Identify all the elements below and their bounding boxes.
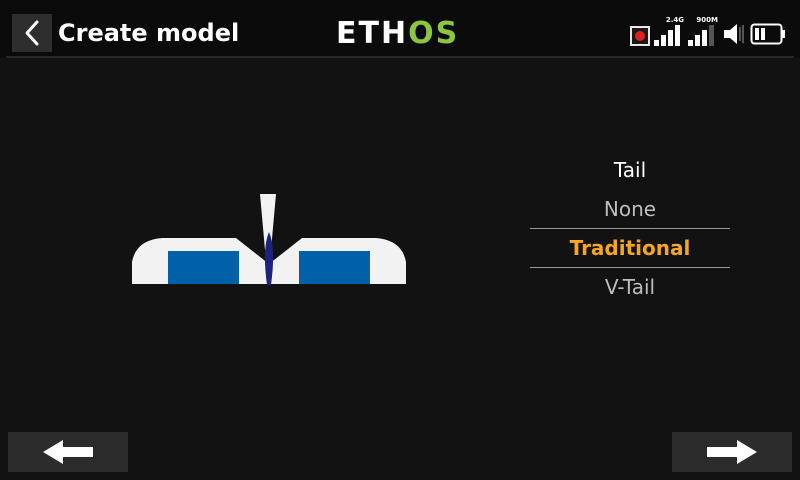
tail-selector: Tail None Traditional V-Tail [530, 150, 730, 306]
signal-2.4g-label: 2.4G [665, 16, 684, 24]
speaker-icon [724, 24, 744, 44]
header-divider [6, 56, 794, 58]
tail-option-v-tail[interactable]: V-Tail [530, 268, 730, 306]
signal-900m-label: 900M [696, 16, 718, 24]
status-bar: 2.4G 900M [630, 16, 786, 48]
arrow-left-icon [43, 440, 93, 464]
logo-os: OS [408, 16, 460, 51]
tail-label: Tail [613, 158, 647, 182]
tail-option-traditional[interactable]: Traditional [530, 228, 730, 268]
ethos-logo: ETHOS [336, 17, 459, 51]
previous-button[interactable] [8, 432, 128, 472]
arrow-right-icon [707, 440, 757, 464]
left-aileron [168, 251, 239, 284]
logo-eth: ETH [336, 16, 409, 51]
tail-preview-diagram [132, 194, 406, 285]
header-bar: Create model ETHOS 2.4G 900M [0, 0, 800, 58]
next-button[interactable] [672, 432, 792, 472]
signal-900m-icon: 900M [688, 16, 718, 48]
battery-icon [750, 23, 785, 45]
back-button[interactable] [12, 14, 52, 52]
right-aileron [299, 251, 370, 284]
tail-option-none[interactable]: None [530, 190, 730, 228]
record-icon [630, 26, 650, 46]
page-title: Create model [58, 19, 240, 47]
signal-2.4g-icon: 2.4G [654, 16, 684, 48]
chevron-left-icon [25, 20, 39, 46]
